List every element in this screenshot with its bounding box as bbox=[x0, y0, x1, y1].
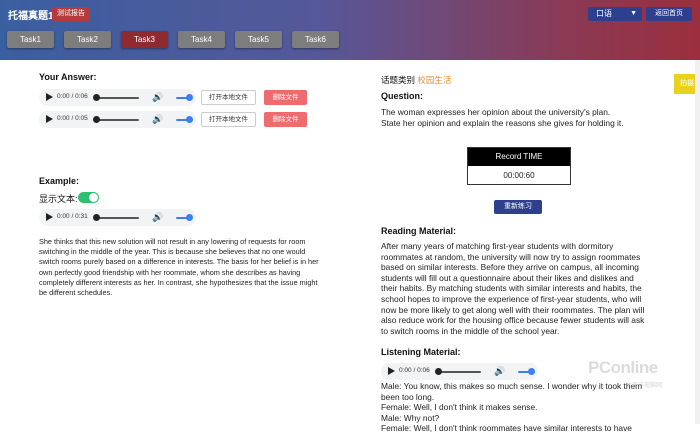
audio-time: 0:00 / 0:06 bbox=[57, 93, 88, 100]
transcript-line: Female: Well, I don't think it makes sen… bbox=[381, 402, 538, 413]
record-timer: Record TIME 00:00:60 bbox=[467, 147, 571, 185]
audio-time: 0:00 / 0:05 bbox=[57, 115, 88, 122]
listening-audio-player[interactable]: 0:00 / 0:06 🔊 bbox=[381, 363, 538, 380]
show-text-toggle[interactable] bbox=[78, 192, 99, 203]
question-line: State her opinion and explain the reason… bbox=[381, 117, 624, 128]
example-text-line: She thinks that this new solution will n… bbox=[39, 237, 306, 246]
audio-progress-knob[interactable] bbox=[93, 214, 100, 221]
audio-progress-track[interactable] bbox=[95, 217, 139, 219]
tab-task3[interactable]: Task3 bbox=[121, 31, 168, 48]
reading-line: students will fill out a questionnaire a… bbox=[381, 272, 634, 283]
record-time-header: Record TIME bbox=[468, 148, 570, 166]
transcript-line: been too long. bbox=[381, 391, 435, 402]
volume-icon[interactable]: 🔊 bbox=[152, 92, 163, 102]
audio-progress-knob[interactable] bbox=[93, 116, 100, 123]
pconline-watermark-sub: 太平洋电脑网 bbox=[626, 383, 663, 389]
show-text-label: 显示文本: bbox=[39, 194, 78, 204]
reading-material-text: After many years of matching first-year … bbox=[381, 241, 691, 336]
volume-knob[interactable] bbox=[186, 214, 193, 221]
topic-category-value: 校园生活 bbox=[417, 75, 452, 85]
listening-material-label: Listening Material: bbox=[381, 347, 461, 357]
play-icon[interactable] bbox=[46, 93, 53, 101]
topic-category-label: 话题类别 bbox=[381, 75, 416, 85]
answer-audio-player-2[interactable]: 0:00 / 0:05 🔊 bbox=[39, 111, 196, 128]
volume-knob[interactable] bbox=[186, 116, 193, 123]
play-icon[interactable] bbox=[46, 115, 53, 123]
audio-time: 0:00 / 0:31 bbox=[57, 213, 88, 220]
question-text: The woman expresses her opinion about th… bbox=[381, 107, 681, 128]
delete-file-button[interactable]: 删除文件 bbox=[264, 90, 307, 105]
reading-line: based on similar interests. Before they … bbox=[381, 262, 639, 273]
page-scrollbar[interactable] bbox=[695, 60, 700, 424]
app-title: 托福真题1 bbox=[8, 11, 54, 22]
tab-task2[interactable]: Task2 bbox=[64, 31, 111, 48]
transcript-line: Male: Why not? bbox=[381, 412, 440, 423]
play-icon[interactable] bbox=[388, 367, 395, 375]
volume-icon[interactable]: 🔊 bbox=[152, 114, 163, 124]
language-select-value: 口语 bbox=[596, 9, 612, 18]
play-icon[interactable] bbox=[46, 213, 53, 221]
chevron-down-icon: ▼ bbox=[630, 10, 637, 17]
your-answer-label: Your Answer: bbox=[39, 72, 97, 82]
volume-knob[interactable] bbox=[186, 94, 193, 101]
reading-line: After many years of matching first-year … bbox=[381, 241, 614, 251]
top-header: 托福真题1 测试报告 口语 ▼ 返回首页 Task1 Task2 Task3 T… bbox=[0, 0, 700, 60]
reading-line: roommates at random, the university will… bbox=[381, 251, 641, 262]
tab-task6[interactable]: Task6 bbox=[292, 31, 339, 48]
topic-category: 话题类别 校园生活 bbox=[381, 74, 451, 86]
reading-line: to switch rooms in the middle of the sch… bbox=[381, 325, 560, 336]
tab-task1[interactable]: Task1 bbox=[7, 31, 54, 48]
audio-progress-track[interactable] bbox=[437, 371, 481, 373]
test-report-button[interactable]: 测试报告 bbox=[52, 7, 90, 21]
audio-time: 0:00 / 0:06 bbox=[399, 367, 430, 374]
question-label: Question: bbox=[381, 91, 423, 101]
example-text-line: switch rooms purely based on a differenc… bbox=[39, 257, 319, 267]
reading-line: also reduce work for the housing office … bbox=[381, 315, 645, 326]
example-text-line: switching in the middle of the year. Thi… bbox=[39, 247, 306, 257]
reading-line: their habits. By matching students with … bbox=[381, 283, 642, 294]
volume-icon[interactable]: 🔊 bbox=[494, 366, 505, 376]
back-home-button[interactable]: 返回首页 bbox=[646, 7, 692, 21]
tab-task4[interactable]: Task4 bbox=[178, 31, 225, 48]
volume-knob[interactable] bbox=[528, 368, 535, 375]
language-select[interactable]: 口语 ▼ bbox=[588, 7, 642, 21]
example-audio-player[interactable]: 0:00 / 0:31 🔊 bbox=[39, 209, 196, 226]
example-text: She thinks that this new solution will n… bbox=[39, 237, 339, 298]
retry-practice-button[interactable]: 重新练习 bbox=[494, 200, 542, 214]
tab-task5[interactable]: Task5 bbox=[235, 31, 282, 48]
audio-progress-knob[interactable] bbox=[93, 94, 100, 101]
pconline-watermark: PConline bbox=[588, 358, 658, 377]
volume-icon[interactable]: 🔊 bbox=[152, 212, 163, 222]
reading-line: now be more likely to get along well wit… bbox=[381, 304, 645, 315]
answer-audio-player-1[interactable]: 0:00 / 0:06 🔊 bbox=[39, 89, 196, 106]
audio-progress-track[interactable] bbox=[95, 97, 139, 99]
audio-progress-knob[interactable] bbox=[435, 368, 442, 375]
example-text-line: be different schedules. bbox=[39, 288, 113, 298]
reading-material-label: Reading Material: bbox=[381, 226, 457, 236]
record-time-value: 00:00:60 bbox=[503, 171, 535, 180]
open-local-file-button[interactable]: 打开本地文件 bbox=[201, 90, 256, 105]
toggle-knob bbox=[89, 193, 98, 202]
transcript-line: Female: Well, I don't think roommates ha… bbox=[381, 423, 632, 434]
question-line: The woman expresses her opinion about th… bbox=[381, 107, 611, 117]
reading-line: school hopes to improve the experience o… bbox=[381, 293, 642, 304]
delete-file-button[interactable]: 删除文件 bbox=[264, 112, 307, 127]
audio-progress-track[interactable] bbox=[95, 119, 139, 121]
example-label: Example: bbox=[39, 176, 80, 186]
example-text-line: completely different interests as her. I… bbox=[39, 277, 318, 287]
example-text-line: own perfectly good friendship with her r… bbox=[39, 267, 301, 277]
open-local-file-button[interactable]: 打开本地文件 bbox=[201, 112, 256, 127]
